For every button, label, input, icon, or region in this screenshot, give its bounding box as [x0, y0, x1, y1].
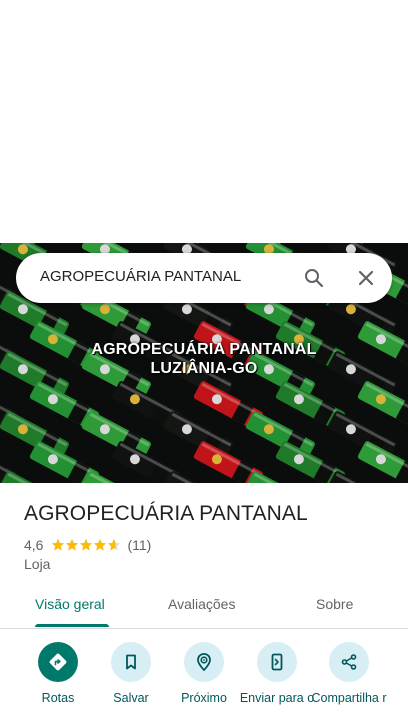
- photo-caption-line2: LUZIÂNIA-GO: [150, 360, 258, 377]
- star-icon: [65, 538, 79, 552]
- nearby-label: Próximo: [181, 691, 227, 705]
- tab-about[interactable]: Sobre: [316, 596, 353, 612]
- nearby-button[interactable]: Próximo: [164, 640, 244, 706]
- share-button[interactable]: Compartilha r: [309, 640, 389, 706]
- action-bar: Rotas Salvar Próximo Enviar para o Compa…: [0, 640, 408, 726]
- save-label: Salvar: [113, 691, 149, 705]
- bookmark-icon: [111, 642, 151, 682]
- directions-icon: [38, 642, 78, 682]
- search-icon[interactable]: [302, 266, 326, 290]
- tab-bar: Visão geral Avaliações Sobre: [0, 588, 408, 629]
- photo-caption-line1: AGROPECUÁRIA PANTANAL: [91, 341, 317, 358]
- share-label: Compartilha r: [311, 691, 387, 705]
- review-count: (11): [127, 537, 152, 553]
- search-query[interactable]: AGROPECUÁRIA PANTANAL: [40, 268, 241, 285]
- tab-overview[interactable]: Visão geral: [35, 596, 105, 612]
- tab-reviews[interactable]: Avaliações: [168, 596, 235, 612]
- star-icon: [93, 538, 107, 552]
- close-icon[interactable]: [354, 266, 378, 290]
- place-title: AGROPECUÁRIA PANTANAL: [24, 502, 308, 525]
- send-to-phone-icon: [257, 642, 297, 682]
- star-rating: [51, 538, 121, 552]
- star-icon: [79, 538, 93, 552]
- share-icon: [329, 642, 369, 682]
- search-bar[interactable]: AGROPECUÁRIA PANTANAL: [16, 253, 392, 303]
- send-to-phone-label: Enviar para o: [239, 691, 315, 705]
- rating-value: 4,6: [24, 537, 44, 553]
- send-to-phone-button[interactable]: Enviar para o: [237, 640, 317, 706]
- star-icon: [51, 538, 65, 552]
- nearby-icon: [184, 642, 224, 682]
- place-category: Loja: [24, 556, 51, 572]
- photo-caption: AGROPECUÁRIA PANTANAL LUZIÂNIA-GO: [0, 340, 408, 378]
- directions-button[interactable]: Rotas: [18, 640, 98, 706]
- rating-row[interactable]: 4,6 (11): [24, 537, 151, 553]
- directions-label: Rotas: [41, 691, 75, 705]
- star-icon: [107, 538, 121, 552]
- active-tab-indicator: [35, 624, 109, 627]
- save-button[interactable]: Salvar: [91, 640, 171, 706]
